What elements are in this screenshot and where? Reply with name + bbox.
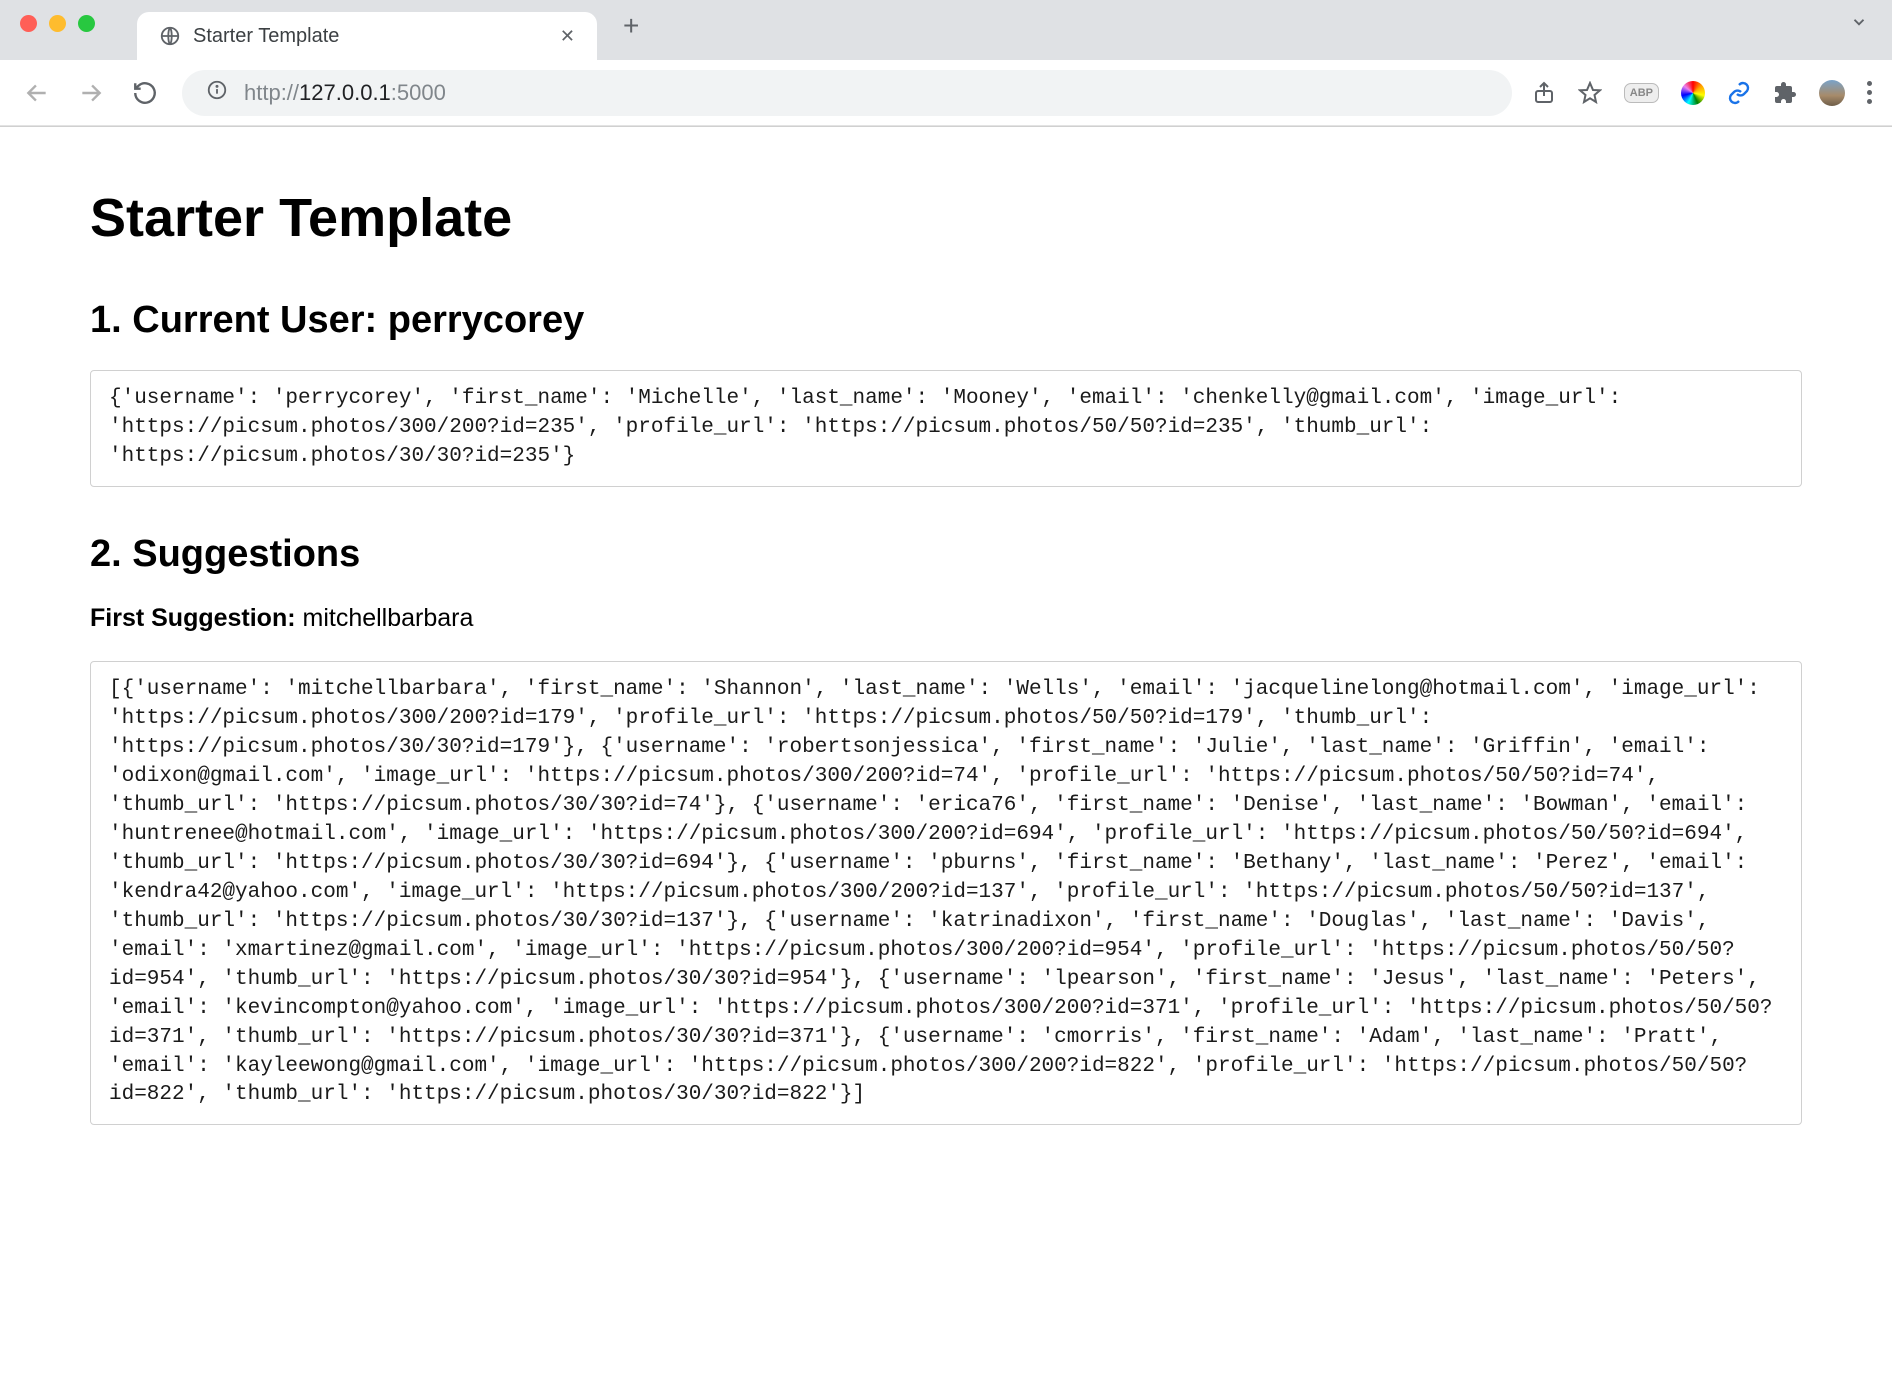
- first-suggestion-username: mitchellbarbara: [303, 604, 474, 632]
- current-user-name: perrycorey: [388, 299, 584, 341]
- forward-button[interactable]: [74, 76, 108, 110]
- page-title: Starter Template: [90, 187, 1802, 249]
- suggestions-dump: [{'username': 'mitchellbarbara', 'first_…: [90, 661, 1802, 1126]
- browser-chrome: Starter Template ✕ + http://127.0.0.1:50…: [0, 0, 1892, 127]
- link-extension-icon[interactable]: [1727, 81, 1751, 105]
- tab-title: Starter Template: [193, 25, 544, 48]
- tabs-dropdown-button[interactable]: [1850, 13, 1868, 47]
- chrome-menu-button[interactable]: [1867, 81, 1872, 104]
- suggestions-heading: 2. Suggestions: [90, 533, 1802, 576]
- first-suggestion-label: First Suggestion:: [90, 604, 303, 632]
- color-extension-icon[interactable]: [1681, 81, 1705, 105]
- abp-extension-icon[interactable]: ABP: [1624, 83, 1659, 103]
- url-host: 127.0.0.1: [299, 80, 391, 105]
- page-content: Starter Template 1. Current User: perryc…: [0, 127, 1892, 1395]
- current-user-heading: 1. Current User: perrycorey: [90, 299, 1802, 342]
- reload-button[interactable]: [128, 76, 162, 110]
- window-controls: [20, 0, 95, 60]
- back-button[interactable]: [20, 76, 54, 110]
- window-zoom-button[interactable]: [78, 15, 95, 32]
- browser-toolbar: http://127.0.0.1:5000 ABP: [0, 60, 1892, 126]
- url-text: http://127.0.0.1:5000: [244, 80, 446, 106]
- globe-icon: [159, 25, 181, 47]
- new-tab-button[interactable]: +: [609, 10, 653, 50]
- window-close-button[interactable]: [20, 15, 37, 32]
- current-user-dump: {'username': 'perrycorey', 'first_name':…: [90, 370, 1802, 487]
- first-suggestion-heading: First Suggestion: mitchellbarbara: [90, 604, 1802, 633]
- profile-avatar[interactable]: [1819, 80, 1845, 106]
- bookmark-star-icon[interactable]: [1578, 81, 1602, 105]
- share-icon[interactable]: [1532, 81, 1556, 105]
- tab-close-button[interactable]: ✕: [556, 24, 579, 49]
- address-bar[interactable]: http://127.0.0.1:5000: [182, 70, 1512, 116]
- site-info-icon[interactable]: [206, 79, 228, 107]
- current-user-prefix: 1. Current User:: [90, 299, 388, 341]
- browser-tab[interactable]: Starter Template ✕: [137, 12, 597, 60]
- toolbar-actions: ABP: [1532, 80, 1872, 106]
- window-minimize-button[interactable]: [49, 15, 66, 32]
- url-scheme: http://: [244, 80, 299, 105]
- tab-strip: Starter Template ✕ +: [0, 0, 1892, 60]
- extensions-puzzle-icon[interactable]: [1773, 81, 1797, 105]
- url-port: :5000: [391, 80, 446, 105]
